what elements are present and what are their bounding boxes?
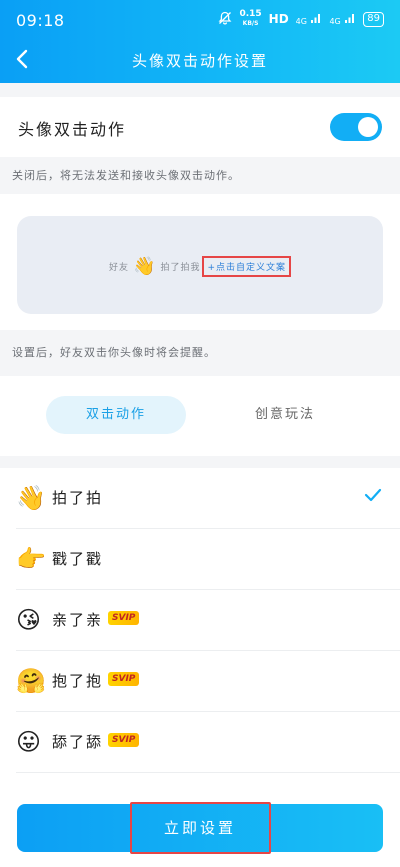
net-speed: 0.15 KB/S bbox=[239, 10, 261, 28]
list-item-pat[interactable]: 👋 拍了拍 bbox=[0, 468, 400, 529]
signal-2-label: 4G bbox=[329, 16, 341, 26]
waving-hand-icon: 👋 bbox=[16, 484, 46, 512]
double-tap-switch[interactable] bbox=[330, 113, 382, 141]
hint-set-text: 设置后，好友双击你头像时将会提醒。 bbox=[12, 346, 216, 359]
page-title: 头像双击动作设置 bbox=[131, 52, 268, 70]
divider bbox=[16, 772, 400, 773]
svip-badge: SVIP bbox=[108, 733, 140, 747]
preview-card: 好友 👋 拍了拍我 +点击自定义文案 bbox=[17, 216, 383, 314]
list-item-hug[interactable]: 🤗 抱了抱 SVIP bbox=[0, 651, 400, 712]
action-list: 👋 拍了拍 👉 戳了戳 😘 亲了亲 SVIP 🤗 抱了抱 SVIP 😛 舔了舔 … bbox=[0, 468, 400, 774]
toggle-label: 头像双击动作 bbox=[18, 120, 127, 139]
double-tap-toggle-row: 头像双击动作 bbox=[0, 97, 400, 157]
tab-double-tap-action[interactable]: 双击动作 bbox=[46, 396, 186, 434]
list-item-kiss[interactable]: 😘 亲了亲 SVIP bbox=[0, 590, 400, 651]
pointing-finger-icon: 👉 bbox=[16, 545, 46, 573]
svip-badge: SVIP bbox=[108, 611, 140, 625]
signal-1-label: 4G bbox=[295, 16, 307, 26]
status-bar: 09:18 0.15 KB/S HD 4G 4G 89 bbox=[0, 0, 400, 38]
switch-knob bbox=[358, 117, 378, 137]
action-label: 拍了拍 bbox=[52, 489, 104, 507]
list-item-poke[interactable]: 👉 戳了戳 bbox=[0, 529, 400, 590]
lick-face-icon: 😛 bbox=[16, 728, 42, 756]
battery-indicator: 89 bbox=[363, 11, 384, 27]
net-speed-unit: KB/S bbox=[242, 20, 259, 27]
signal-2: 4G bbox=[329, 12, 356, 27]
net-speed-value: 0.15 bbox=[239, 9, 262, 19]
signal-bars-icon bbox=[345, 13, 355, 23]
list-item-lick[interactable]: 😛 舔了舔 SVIP bbox=[0, 712, 400, 773]
hd-indicator: HD bbox=[268, 12, 289, 26]
svip-badge: SVIP bbox=[108, 672, 140, 686]
kiss-face-icon: 😘 bbox=[16, 606, 42, 634]
hint-off-text: 关闭后，将无法发送和接收头像双击动作。 bbox=[12, 169, 240, 182]
action-label: 亲了亲 bbox=[52, 611, 104, 629]
tabs: 双击动作 创意玩法 bbox=[0, 376, 400, 456]
hug-face-icon: 🤗 bbox=[16, 667, 46, 695]
preview-suffix: 拍了拍我 bbox=[160, 263, 201, 273]
action-label: 戳了戳 bbox=[52, 550, 104, 568]
preview-prefix: 好友 bbox=[109, 263, 130, 273]
preview-line: 好友 👋 拍了拍我 +点击自定义文案 bbox=[17, 256, 383, 277]
check-icon bbox=[364, 488, 382, 502]
set-now-button[interactable]: 立即设置 bbox=[17, 804, 383, 852]
preview-section: 好友 👋 拍了拍我 +点击自定义文案 bbox=[0, 194, 400, 330]
custom-text-link[interactable]: +点击自定义文案 bbox=[202, 256, 291, 277]
waving-hand-icon: 👋 bbox=[133, 255, 157, 277]
action-label: 舔了舔 bbox=[52, 733, 104, 751]
mute-bell-icon bbox=[218, 11, 232, 28]
status-icons: 0.15 KB/S HD 4G 4G 89 bbox=[218, 10, 384, 28]
header: 09:18 0.15 KB/S HD 4G 4G 89 头像双击动作设置 bbox=[0, 0, 400, 83]
signal-bars-icon bbox=[311, 13, 321, 23]
signal-1: 4G bbox=[296, 12, 323, 27]
action-label: 抱了抱 bbox=[52, 672, 104, 690]
bottom-area: 立即设置 bbox=[0, 774, 400, 867]
nav-bar: 头像双击动作设置 bbox=[0, 38, 400, 83]
status-time: 09:18 bbox=[16, 11, 65, 30]
tab-creative-play[interactable]: 创意玩法 bbox=[215, 396, 355, 434]
